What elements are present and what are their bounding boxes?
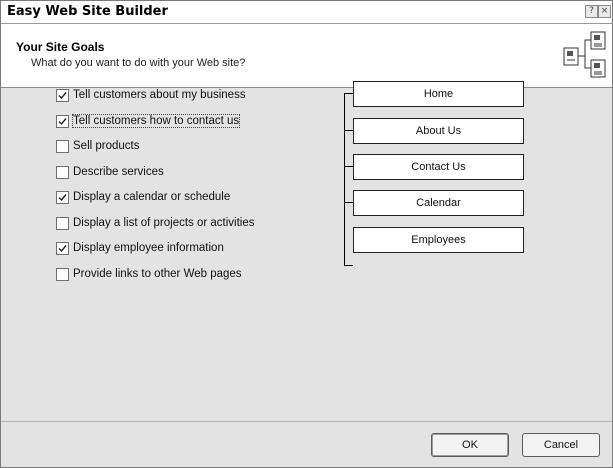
goal-option[interactable]: Display a calendar or schedule: [56, 189, 230, 205]
site-page-contact-us[interactable]: Contact Us: [353, 154, 524, 180]
site-page-employees[interactable]: Employees: [353, 227, 524, 253]
goal-label[interactable]: Tell customers about my business: [73, 89, 246, 101]
title-bar: Easy Web Site Builder ? ×: [1, 1, 612, 24]
goal-label[interactable]: Describe services: [73, 166, 164, 178]
goal-label[interactable]: Provide links to other Web pages: [73, 268, 242, 280]
site-map-connector: [344, 202, 353, 203]
goal-label[interactable]: Sell products: [73, 140, 139, 152]
goal-label[interactable]: Display a calendar or schedule: [73, 191, 230, 203]
window-title: Easy Web Site Builder: [7, 4, 168, 19]
goal-checkbox[interactable]: [56, 267, 69, 281]
checkmark-icon: [58, 193, 67, 201]
wizard-header: Your Site Goals What do you want to do w…: [1, 24, 612, 88]
checkmark-icon: [58, 117, 67, 125]
site-page-home[interactable]: Home: [353, 81, 524, 107]
site-map-connector: [344, 130, 353, 131]
dialog-window: Easy Web Site Builder ? × Your Site Goal…: [0, 0, 613, 468]
goal-checkbox[interactable]: [56, 88, 69, 102]
goal-checkbox[interactable]: [56, 165, 69, 179]
goal-label[interactable]: Display a list of projects or activities: [73, 217, 255, 229]
goal-option[interactable]: Sell products: [56, 138, 139, 154]
goal-option[interactable]: Tell customers how to contact us: [56, 113, 241, 129]
header-subtitle: What do you want to do with your Web sit…: [31, 57, 246, 69]
goal-option[interactable]: Display a list of projects or activities: [56, 215, 255, 231]
cancel-button[interactable]: Cancel: [522, 433, 600, 457]
help-button[interactable]: ?: [585, 5, 598, 18]
goal-checkbox[interactable]: [56, 139, 69, 153]
goal-option[interactable]: Describe services: [56, 164, 164, 180]
site-map-connector-trunk: [344, 93, 345, 265]
goal-option[interactable]: Display employee information: [56, 240, 224, 256]
goal-checkbox[interactable]: [56, 190, 69, 204]
checkmark-icon: [58, 244, 67, 252]
site-map-connector: [344, 166, 353, 167]
site-pages-icon: [563, 31, 606, 78]
goal-label[interactable]: Display employee information: [73, 242, 224, 254]
goal-option[interactable]: Tell customers about my business: [56, 87, 246, 103]
close-button[interactable]: ×: [598, 5, 611, 18]
header-title: Your Site Goals: [16, 40, 105, 54]
footer-divider: [1, 421, 612, 422]
goal-checkbox[interactable]: [56, 241, 69, 255]
site-page-calendar[interactable]: Calendar: [353, 190, 524, 216]
goal-checkbox[interactable]: [56, 114, 69, 128]
goal-option[interactable]: Provide links to other Web pages: [56, 266, 242, 282]
ok-button[interactable]: OK: [431, 433, 509, 457]
checkmark-icon: [58, 91, 67, 99]
goal-checkbox[interactable]: [56, 216, 69, 230]
site-map-connector: [344, 265, 353, 266]
site-map-connector: [344, 93, 353, 94]
site-page-about-us[interactable]: About Us: [353, 118, 524, 144]
goal-label[interactable]: Tell customers how to contact us: [71, 114, 241, 128]
